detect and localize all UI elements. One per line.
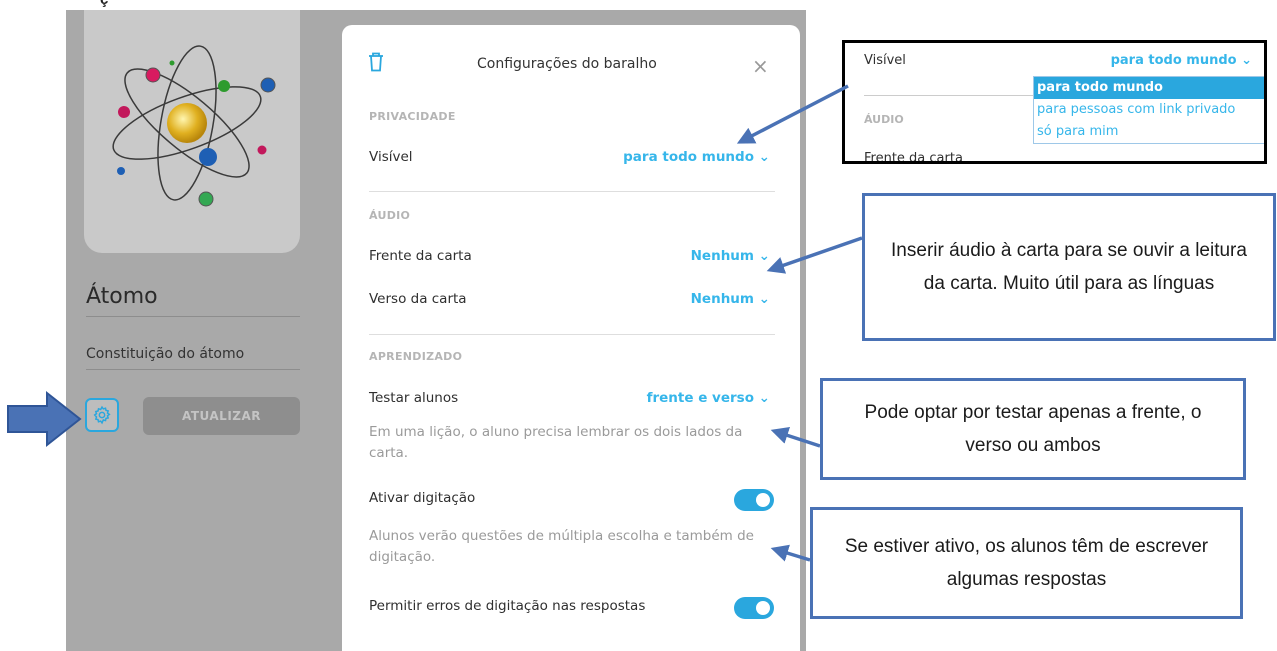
- atom-image: [112, 45, 276, 207]
- inset-visible-value: para todo mundo ⌄: [1111, 53, 1252, 68]
- test-callout: Pode optar por testar apenas a frente, o…: [820, 378, 1246, 480]
- arrow-right-icon: [7, 390, 82, 448]
- inset-value-text: para todo mundo: [1110, 53, 1237, 68]
- zoomed-dropdown-inset: Visível para todo mundo ⌄ ÁUDIO Frente d…: [842, 40, 1267, 164]
- inset-audio-heading: ÁUDIO: [864, 113, 904, 126]
- inset-divider: [864, 95, 1034, 96]
- chevron-down-icon: ⌄: [753, 291, 770, 307]
- chevron-down-icon: ⌄: [753, 149, 770, 165]
- inset-front-label: Frente da carta: [864, 151, 963, 164]
- visibility-dropdown-menu: para todo mundo para pessoas com link pr…: [1033, 76, 1264, 144]
- enable-typing-label: Ativar digitação: [369, 490, 476, 506]
- cut-off-heading-fragment: ç: [100, 0, 108, 8]
- deck-title: Átomo: [86, 284, 158, 309]
- test-students-value: frente e verso: [646, 390, 754, 406]
- description-underline: [86, 369, 300, 370]
- gear-icon: [93, 405, 111, 425]
- front-audio-value: Nenhum: [690, 248, 754, 264]
- chevron-down-icon: ⌄: [753, 390, 770, 406]
- chevron-down-icon: ⌄: [1236, 53, 1252, 68]
- visible-select[interactable]: para todo mundo ⌄: [623, 149, 770, 165]
- deck-description: Constituição do átomo: [86, 346, 245, 362]
- privacy-heading: PRIVACIDADE: [369, 110, 456, 123]
- title-underline: [86, 316, 300, 317]
- option-only-me[interactable]: só para mim: [1034, 121, 1264, 143]
- modal-title: Configurações do baralho: [477, 56, 657, 72]
- inset-visible-label: Visível: [864, 53, 906, 68]
- test-students-label: Testar alunos: [369, 390, 459, 406]
- front-audio-select[interactable]: Nenhum ⌄: [691, 248, 770, 264]
- test-students-select[interactable]: frente e verso ⌄: [647, 390, 770, 406]
- enable-typing-help: Alunos verão questões de múltipla escolh…: [369, 528, 754, 565]
- back-audio-select[interactable]: Nenhum ⌄: [691, 291, 770, 307]
- learning-heading: APRENDIZADO: [369, 350, 463, 363]
- divider: [369, 191, 775, 192]
- audio-heading: ÁUDIO: [369, 209, 411, 222]
- allow-typos-label: Permitir erros de digitação nas resposta…: [369, 598, 646, 614]
- back-card-label: Verso da carta: [369, 291, 467, 307]
- divider: [369, 334, 775, 335]
- test-students-help: Em uma lição, o aluno precisa lembrar os…: [369, 424, 743, 461]
- option-private-link[interactable]: para pessoas com link privado: [1034, 99, 1264, 121]
- settings-button[interactable]: [85, 398, 119, 432]
- enable-typing-toggle[interactable]: [734, 489, 774, 511]
- visible-value: para todo mundo: [623, 149, 754, 165]
- back-audio-value: Nenhum: [690, 291, 754, 307]
- chevron-down-icon: ⌄: [753, 248, 770, 264]
- typing-callout: Se estiver ativo, os alunos têm de escre…: [810, 507, 1243, 619]
- toggle-knob: [756, 493, 770, 507]
- audio-callout: Inserir áudio à carta para se ouvir a le…: [862, 193, 1276, 341]
- close-icon[interactable]: ×: [752, 54, 769, 78]
- toggle-knob: [756, 601, 770, 615]
- update-button[interactable]: ATUALIZAR: [143, 397, 300, 435]
- visible-label: Visível: [369, 149, 413, 165]
- front-card-label: Frente da carta: [369, 248, 472, 264]
- trash-icon[interactable]: [368, 52, 384, 72]
- option-everyone[interactable]: para todo mundo: [1034, 77, 1264, 99]
- allow-typos-toggle[interactable]: [734, 597, 774, 619]
